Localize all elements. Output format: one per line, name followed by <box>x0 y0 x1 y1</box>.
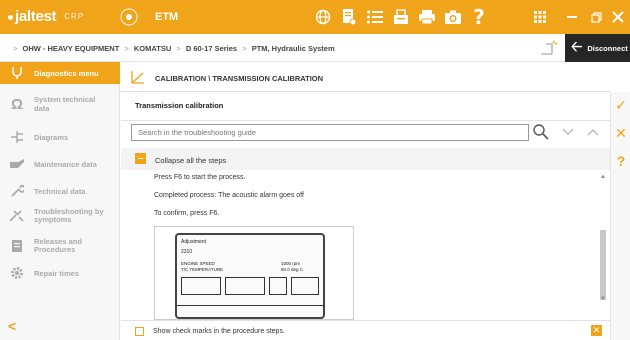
breadcrumb: > OHW - HEAVY EQUIPMENT > KOMATSU > D 60… <box>0 34 630 62</box>
camera-icon[interactable] <box>440 4 466 30</box>
releases-icon <box>6 239 28 253</box>
chevron-down-icon[interactable] <box>561 125 575 139</box>
sidebar-item-repair-times[interactable]: Repair times <box>0 266 120 280</box>
procedure-step: Press F6 to start the process. <box>154 174 246 181</box>
sidebar-item-releases-procedures[interactable]: Releases and Procedures <box>0 237 120 255</box>
breadcrumb-item[interactable]: D 60-17 Series <box>186 44 237 53</box>
sidebar: Diagnostics menu Ω System technical data… <box>0 62 120 340</box>
breadcrumb-item[interactable]: PTM, Hydraulic System <box>252 44 335 53</box>
brand-mark-icon <box>120 8 138 26</box>
panel-title: Transmission calibration <box>135 101 224 110</box>
checkmark-icon[interactable]: ✓ <box>614 97 628 113</box>
cancel-icon[interactable]: ✕ <box>614 125 628 141</box>
apps-grid-icon[interactable] <box>524 0 556 34</box>
minimize-icon[interactable] <box>560 0 584 34</box>
diagnostics-icon <box>6 66 28 80</box>
sidebar-item-troubleshooting[interactable]: Troubleshooting by symptoms <box>0 207 120 225</box>
procedure-step: To confirm, press F6. <box>154 210 220 217</box>
document-icon[interactable] <box>336 4 362 30</box>
help-icon[interactable]: ? <box>466 4 492 30</box>
sidebar-item-diagnostics-menu[interactable]: Diagnostics menu <box>0 62 120 84</box>
globe-icon[interactable] <box>310 4 336 30</box>
wrench-icon <box>6 184 28 198</box>
sidebar-item-maintenance-data[interactable]: Maintenance data <box>0 158 120 170</box>
collapse-all-toggle[interactable]: Collapse all the steps <box>121 148 610 170</box>
connection-status-icon <box>541 40 558 55</box>
adjustment-screen-image: Adjustment 2310 ENGINE SPEED T/C TEMPERA… <box>154 226 354 320</box>
close-icon[interactable] <box>606 0 630 34</box>
scrollbar[interactable]: ▲ ▼ <box>600 174 606 304</box>
disconnect-button[interactable]: 🡠 Disconnect <box>565 34 630 62</box>
breadcrumb-item[interactable]: OHW - HEAVY EQUIPMENT <box>22 44 119 53</box>
sidebar-item-diagrams[interactable]: Diagrams <box>0 130 120 144</box>
sidebar-item-system-technical-data[interactable]: Ω System technical data <box>0 96 120 113</box>
oil-can-icon <box>6 158 28 170</box>
section-header: CALIBRATION \ TRANSMISSION CALIBRATION <box>121 62 610 92</box>
main-panel: Transmission calibration Collapse all th… <box>121 92 610 340</box>
list-icon[interactable] <box>362 4 388 30</box>
app-name: ETM <box>155 11 179 23</box>
procedure-step: Completed process: The acoustic alarm go… <box>154 192 304 199</box>
right-action-bar: ✓ ✕ ? <box>610 92 630 340</box>
help-icon[interactable]: ? <box>614 153 628 169</box>
restore-icon[interactable] <box>584 0 608 34</box>
collapse-checkbox[interactable] <box>135 153 146 164</box>
jaltest-logo: jaltest CRP <box>8 8 84 25</box>
printer-icon[interactable] <box>414 4 440 30</box>
breadcrumb-item[interactable]: KOMATSU <box>134 44 171 53</box>
collapse-sidebar-icon[interactable]: < <box>8 318 16 334</box>
close-procedure-icon[interactable]: ✕ <box>591 325 602 336</box>
top-bar: jaltest CRP ETM ? <box>0 0 630 34</box>
search-icon[interactable] <box>532 123 550 141</box>
procedure-content: Press F6 to start the process. Completed… <box>121 170 610 320</box>
sidebar-item-technical-data[interactable]: Technical data <box>0 184 120 198</box>
section-path: CALIBRATION \ TRANSMISSION CALIBRATION <box>155 74 324 83</box>
omega-icon: Ω <box>10 96 24 113</box>
show-checkmarks-checkbox[interactable] <box>135 327 144 336</box>
chevron-up-icon[interactable] <box>586 125 600 139</box>
search-input[interactable] <box>131 124 529 141</box>
arrow-left-icon: 🡠 <box>571 38 583 54</box>
bottom-bar: Show check marks in the procedure steps.… <box>121 320 610 340</box>
diagram-icon <box>6 130 28 144</box>
calibration-icon <box>131 71 144 84</box>
troubleshoot-icon <box>6 209 28 223</box>
print-box-icon[interactable] <box>388 4 414 30</box>
gear-icon <box>6 266 28 280</box>
scroll-thumb[interactable] <box>600 230 606 300</box>
